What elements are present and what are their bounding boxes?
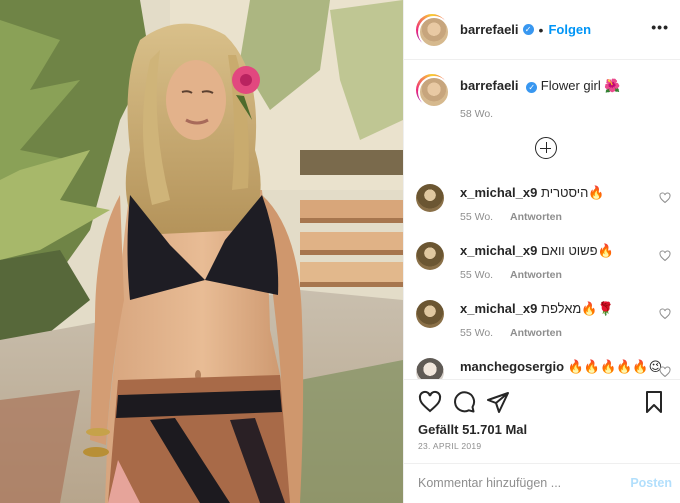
comment-icon[interactable]: [452, 390, 476, 414]
comment-text: 🔥🔥🔥🔥🔥😉: [567, 359, 663, 374]
post-comment-button[interactable]: Posten: [630, 476, 672, 490]
verified-badge-icon: ✓: [522, 24, 534, 35]
comment-time[interactable]: 55 Wo.: [460, 269, 493, 281]
separator-dot: •: [538, 21, 544, 38]
paper-plane-icon[interactable]: [486, 390, 510, 414]
instagram-post: barrefaeli ✓ • Folgen ••• barrefaeli ✓ F…: [0, 0, 680, 503]
more-options-icon[interactable]: •••: [651, 20, 669, 34]
comment-item: x_michal_x9 היסטרית🔥 55 Wo. Antworten: [416, 184, 671, 234]
add-comment-bar: Posten: [404, 463, 680, 503]
comment-username[interactable]: manchegosergio: [460, 359, 564, 374]
post-caption: barrefaeli ✓ Flower girl 🌺 58 Wo.: [416, 74, 676, 120]
comment-username[interactable]: x_michal_x9: [460, 185, 537, 200]
comment-text: היסטרית🔥: [540, 185, 605, 200]
post-header: barrefaeli ✓ • Folgen •••: [404, 0, 680, 60]
comment-username[interactable]: x_michal_x9: [460, 301, 537, 316]
likes-count[interactable]: Gefällt 51.701 Mal: [418, 422, 527, 437]
caption-text: Flower girl 🌺: [540, 78, 621, 93]
reply-button[interactable]: Antworten: [510, 269, 562, 281]
follow-button[interactable]: Folgen: [548, 22, 591, 37]
post-date[interactable]: 23. APRIL 2019: [418, 441, 481, 451]
reply-button[interactable]: Antworten: [510, 327, 562, 339]
heart-icon[interactable]: [418, 390, 442, 414]
verified-badge-icon: ✓: [526, 82, 538, 93]
comment-like-heart-icon[interactable]: [659, 192, 671, 204]
caption-time[interactable]: 58 Wo.: [460, 108, 493, 120]
post-actions: Gefällt 51.701 Mal 23. APRIL 2019 Posten: [404, 379, 680, 496]
bookmark-icon[interactable]: [642, 390, 666, 414]
caption-avatar[interactable]: [416, 74, 450, 108]
header-username[interactable]: barrefaeli: [460, 22, 519, 37]
comment-avatar[interactable]: [416, 242, 444, 270]
comment-time[interactable]: 55 Wo.: [460, 211, 493, 223]
load-more-comments-icon[interactable]: [535, 137, 557, 159]
comment-like-heart-icon[interactable]: [659, 366, 671, 378]
post-photo-illustration: [0, 0, 403, 503]
comment-like-heart-icon[interactable]: [659, 308, 671, 320]
comment-text: מאלפת🔥🌹: [540, 301, 614, 316]
comment-like-heart-icon[interactable]: [659, 250, 671, 262]
post-side-panel: barrefaeli ✓ • Folgen ••• barrefaeli ✓ F…: [403, 0, 680, 503]
reply-button[interactable]: Antworten: [510, 211, 562, 223]
comment-item: x_michal_x9 פשוט וואם🔥 55 Wo. Antworten: [416, 242, 671, 292]
avatar[interactable]: [416, 13, 450, 48]
comment-username[interactable]: x_michal_x9: [460, 243, 537, 258]
comment-time[interactable]: 55 Wo.: [460, 327, 493, 339]
comment-avatar[interactable]: [416, 184, 444, 212]
comment-text: פשוט וואם🔥: [540, 243, 614, 258]
comment-item: x_michal_x9 מאלפת🔥🌹 55 Wo. Antworten: [416, 300, 671, 350]
comment-input[interactable]: [418, 474, 623, 492]
post-photo[interactable]: [0, 0, 403, 503]
comment-avatar[interactable]: [416, 300, 444, 328]
caption-username[interactable]: barrefaeli: [460, 78, 519, 93]
